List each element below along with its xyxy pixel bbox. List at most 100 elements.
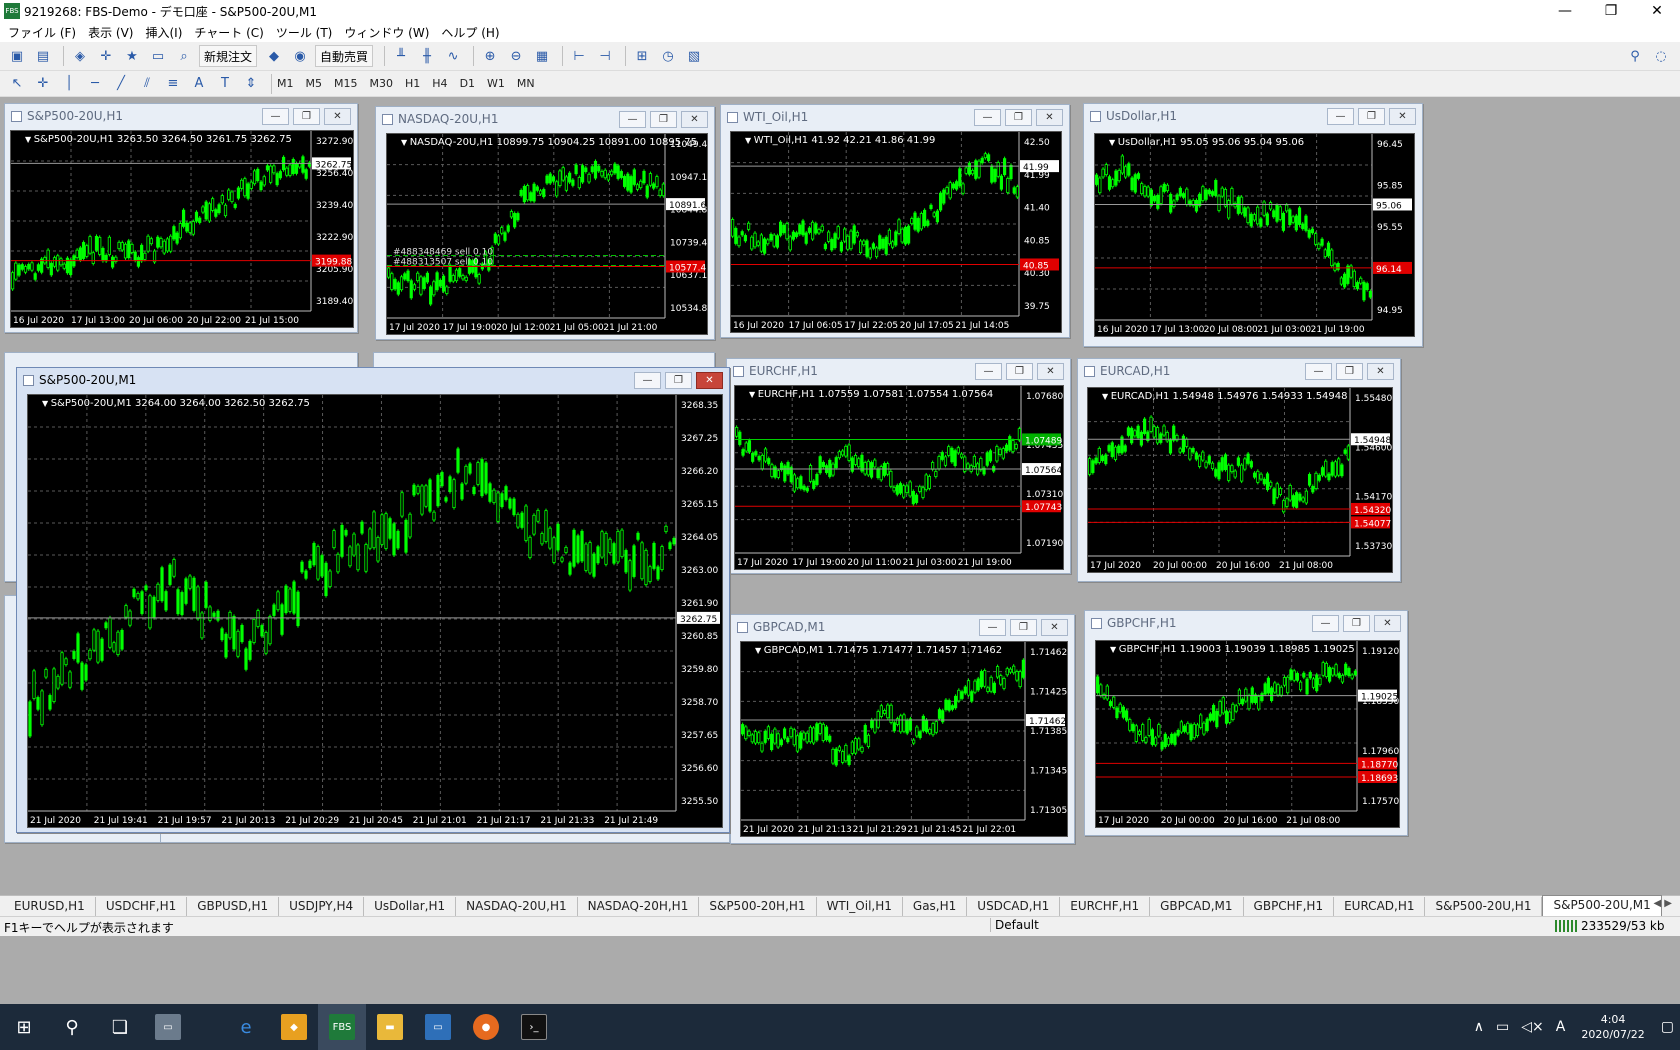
chart-window[interactable]: NASDAQ-20U,H1 —❐✕ 11049.4010947.1010844.…: [375, 106, 715, 340]
line-chart-icon[interactable]: ∿: [442, 45, 464, 67]
minimize-button[interactable]: —: [975, 363, 1002, 380]
chart-tab[interactable]: GBPCAD,M1: [1150, 897, 1244, 916]
chart-tab[interactable]: USDCAD,H1: [967, 897, 1061, 916]
arrows-icon[interactable]: ⇕: [240, 73, 262, 95]
data-window-icon[interactable]: ✛: [95, 45, 117, 67]
close-button[interactable]: ✕: [1041, 619, 1068, 636]
minimize-button[interactable]: —: [262, 108, 289, 125]
market-watch-icon[interactable]: ◈: [69, 45, 91, 67]
minimize-button[interactable]: —: [619, 111, 646, 128]
indicators-icon[interactable]: ⊞: [631, 45, 653, 67]
fbs-terminal-icon[interactable]: FBS: [318, 1004, 366, 1050]
menu-tools[interactable]: ツール (T): [276, 24, 333, 41]
network-icon[interactable]: ▭: [1496, 1019, 1509, 1035]
timeframe-h4[interactable]: H4: [432, 77, 447, 90]
chart-svg[interactable]: 11049.4010947.1010844.8010739.4010637.10…: [387, 134, 707, 334]
chart-tab[interactable]: EURUSD,H1: [4, 897, 96, 916]
zoom-in-icon[interactable]: ⊕: [479, 45, 501, 67]
chart-window-active[interactable]: S&P500-20U,M1 — ❐ ✕ 3268.35 3267.25 3266.20 3…: [16, 367, 730, 833]
search-icon[interactable]: ⚲: [48, 1004, 96, 1050]
cursor-icon[interactable]: ↖: [6, 73, 28, 95]
chart-plot[interactable]: 1.07680 1.07435 1.07310 1.07190 1.07564 1.077…: [734, 385, 1064, 570]
minimize-button[interactable]: —: [1542, 0, 1588, 22]
timeframe-d1[interactable]: D1: [460, 77, 475, 90]
maximize-button[interactable]: ❐: [293, 108, 320, 125]
maximize-button[interactable]: ❐: [1358, 108, 1385, 125]
timeframe-h1[interactable]: H1: [405, 77, 420, 90]
chart-window[interactable]: WTI_Oil,H1 — ❐ ✕ 42.50 41.99 41.40 40.85 40.30…: [720, 104, 1070, 338]
signals-icon[interactable]: ◉: [289, 45, 311, 67]
chart-tab[interactable]: EURCHF,H1: [1060, 897, 1151, 916]
chart-tab[interactable]: EURCAD,H1: [1334, 897, 1426, 916]
chart-svg[interactable]: 1.71462 1.71425 1.71385 1.71345 1.71305 1.714…: [741, 642, 1067, 836]
close-button[interactable]: ✕: [1036, 109, 1063, 126]
search-icon[interactable]: ⚲: [1624, 45, 1646, 67]
autotrade-button[interactable]: 自動売買: [315, 45, 374, 67]
crosshair-icon[interactable]: ✛: [32, 73, 54, 95]
zoom-out-icon[interactable]: ⊖: [505, 45, 527, 67]
chart-svg[interactable]: 1.554801.546001.541701.537301.549481.543…: [1088, 388, 1392, 572]
strategy-tester-icon[interactable]: ⌕: [173, 45, 195, 67]
chart-svg[interactable]: 3268.35 3267.25 3266.20 3265.15 3264.05 3263.…: [28, 395, 722, 827]
minimize-button[interactable]: —: [1312, 615, 1339, 632]
profiles-icon[interactable]: ▤: [32, 45, 54, 67]
ime-indicator[interactable]: A: [1556, 1019, 1566, 1035]
firefox-icon[interactable]: ●: [462, 1004, 510, 1050]
file-explorer-icon[interactable]: ▬: [366, 1004, 414, 1050]
order-label[interactable]: #488313507 sell 0.10: [393, 257, 493, 267]
chart-svg[interactable]: 3272.903256.403239.403222.903205.903189.…: [11, 131, 353, 327]
chart-shift-icon[interactable]: ⊢: [568, 45, 590, 67]
chart-plot[interactable]: 1.71462 1.71425 1.71385 1.71345 1.71305 1.714…: [740, 641, 1068, 837]
chart-plot[interactable]: 1.55480 1.54600 1.54170 1.53730 1.54948 1.543…: [1087, 387, 1393, 573]
terminal-icon[interactable]: ▭: [147, 45, 169, 67]
close-button[interactable]: ✕: [1389, 108, 1416, 125]
timeframe-m30[interactable]: M30: [370, 77, 394, 90]
chart-tab[interactable]: Gas,H1: [903, 897, 968, 916]
periods-icon[interactable]: ◷: [657, 45, 679, 67]
chart-svg[interactable]: 1.076801.074351.073101.071901.075641.077…: [735, 386, 1063, 569]
volume-icon[interactable]: ◁×: [1521, 1019, 1544, 1035]
chart-plot[interactable]: 11049.4010947.1010844.8010739.4010637.10…: [386, 133, 708, 335]
tile-windows-icon[interactable]: ▦: [531, 45, 553, 67]
chart-plot[interactable]: 42.50 41.99 41.40 40.85 40.30 39.75 41.99 40.85…: [730, 131, 1062, 333]
chart-plot[interactable]: 3268.35 3267.25 3266.20 3265.15 3264.05 3263.…: [27, 394, 723, 828]
maximize-button[interactable]: ❐: [1005, 109, 1032, 126]
text-icon[interactable]: A: [188, 73, 210, 95]
maximize-button[interactable]: ❐: [650, 111, 677, 128]
chart-plot[interactable]: 1.19120 1.18350 1.17960 1.17570 1.19025 1.187…: [1095, 640, 1400, 828]
menu-view[interactable]: 表示 (V): [88, 24, 133, 41]
timeframe-w1[interactable]: W1: [487, 77, 505, 90]
close-button[interactable]: ✕: [696, 372, 723, 389]
connection-status[interactable]: 233529/53 kb: [1555, 919, 1665, 933]
new-chart-icon[interactable]: ▣: [6, 45, 28, 67]
start-icon[interactable]: ⊞: [0, 1004, 48, 1050]
minimize-button[interactable]: —: [979, 619, 1006, 636]
timeframe-m15[interactable]: M15: [334, 77, 358, 90]
chart-window[interactable]: GBPCAD,M1 — ❐ ✕ 1.71462 1.71425 1.71385 1.713…: [730, 614, 1075, 844]
trendline-icon[interactable]: ╱: [110, 73, 132, 95]
new-order-button[interactable]: 新規注文: [199, 45, 258, 67]
desktop-app-icon[interactable]: ▭: [144, 1004, 192, 1050]
templates-icon[interactable]: ▧: [683, 45, 705, 67]
task-view-icon[interactable]: ❏: [96, 1004, 144, 1050]
close-button[interactable]: ✕: [324, 108, 351, 125]
chart-tab[interactable]: GBPCHF,H1: [1244, 897, 1335, 916]
close-button[interactable]: ✕: [1037, 363, 1064, 380]
clock[interactable]: 4:04 2020/07/22: [1581, 1012, 1644, 1042]
chart-svg[interactable]: 1.191201.183501.179601.175701.190251.187…: [1096, 641, 1399, 827]
close-button[interactable]: ✕: [681, 111, 708, 128]
chart-window[interactable]: S&P500-20U,H1 — ❐ ✕ 3272.90 3256.40 3239.40 3…: [4, 103, 358, 333]
text-label-icon[interactable]: T: [214, 73, 236, 95]
candlestick-icon[interactable]: ╫: [416, 45, 438, 67]
chart-window[interactable]: GBPCHF,H1 — ❐ ✕ 1.19120 1.18350 1.17960 1.175…: [1084, 610, 1408, 836]
maximize-button[interactable]: ❐: [1588, 0, 1634, 22]
chart-window[interactable]: EURCHF,H1 — ❐ ✕ 1.07680 1.07435 1.07310 1.071…: [726, 358, 1071, 574]
chart-tab[interactable]: GBPUSD,H1: [187, 897, 280, 916]
chart-plot[interactable]: 96.4595.8595.5595.2594.9595.0696.1416 Ju…: [1094, 133, 1415, 337]
menu-chart[interactable]: チャート (C): [194, 24, 263, 41]
chart-tab[interactable]: USDJPY,H4: [279, 897, 365, 916]
navigator-icon[interactable]: ★: [121, 45, 143, 67]
chart-svg[interactable]: 42.5041.9941.4040.8540.3039.7541.9940.85…: [731, 132, 1061, 332]
metaeditor-icon[interactable]: ◆: [263, 45, 285, 67]
timeframe-mn[interactable]: MN: [517, 77, 535, 90]
